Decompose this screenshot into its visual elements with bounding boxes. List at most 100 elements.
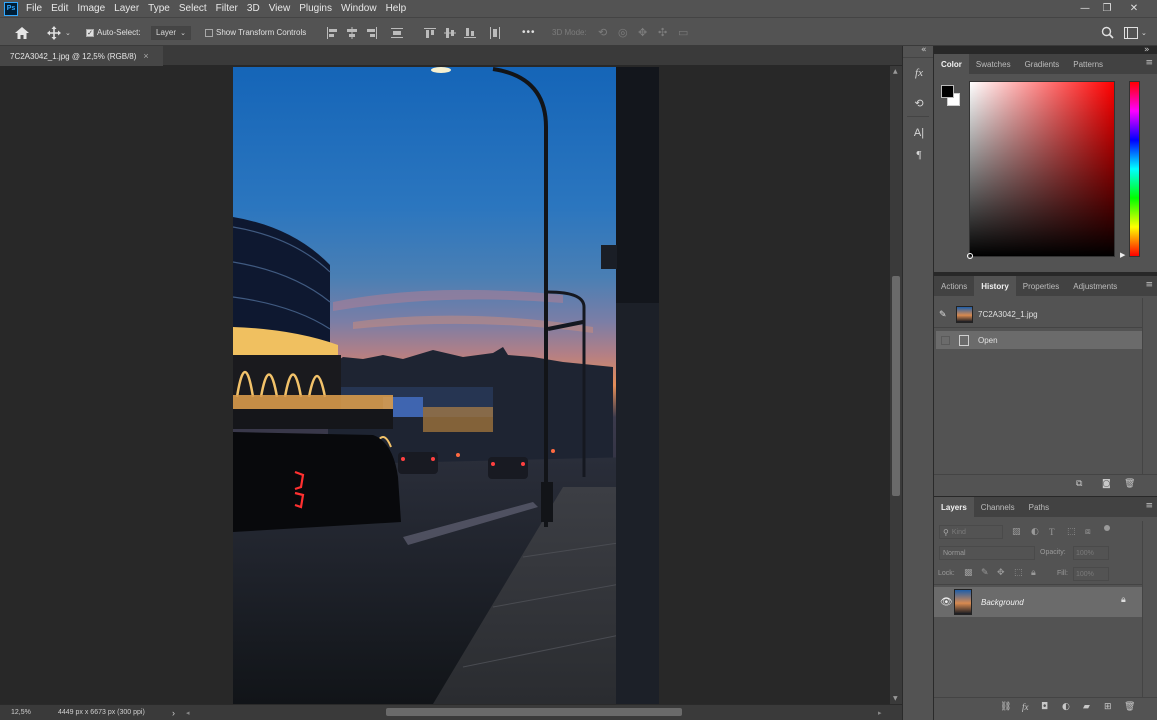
history-brush-source-icon[interactable]: ✎ bbox=[939, 309, 953, 320]
distribute-horizontal-button[interactable] bbox=[489, 18, 501, 47]
document-tab[interactable]: 7C2A3042_1.jpg @ 12,5% (RGB/8) × bbox=[0, 46, 163, 66]
scroll-down-icon[interactable]: ▼ bbox=[893, 695, 898, 702]
search-button[interactable] bbox=[1101, 18, 1114, 47]
align-right-button[interactable] bbox=[366, 18, 378, 47]
tab-channels[interactable]: Channels bbox=[974, 497, 1022, 517]
tab-properties[interactable]: Properties bbox=[1016, 276, 1066, 296]
align-top-button[interactable] bbox=[424, 18, 436, 47]
menu-filter[interactable]: Filter bbox=[216, 3, 238, 14]
styles-fx-button[interactable]: fx bbox=[911, 65, 927, 81]
align-left-button[interactable] bbox=[326, 18, 338, 47]
distribute-button[interactable] bbox=[391, 18, 403, 47]
3d-camera-button[interactable]: ▭ bbox=[678, 18, 688, 47]
tab-adjustments[interactable]: Adjustments bbox=[1066, 276, 1124, 296]
color-picker-field[interactable] bbox=[967, 81, 1115, 259]
minimize-button[interactable]: — bbox=[1073, 0, 1097, 17]
foreground-color-swatch[interactable] bbox=[941, 85, 954, 98]
menu-select[interactable]: Select bbox=[179, 3, 207, 14]
zoom-level[interactable]: 12,5% bbox=[11, 709, 31, 716]
filter-toggle-icon[interactable] bbox=[1104, 525, 1110, 531]
tab-history[interactable]: History bbox=[974, 276, 1016, 296]
lock-transparent-icon[interactable]: ▩ bbox=[964, 568, 973, 578]
vertical-scrollbar[interactable]: ▲ ▼ bbox=[890, 66, 902, 704]
lock-all-icon[interactable]: 🔒︎ bbox=[1031, 568, 1036, 578]
filter-pixel-icon[interactable]: ▨ bbox=[1012, 527, 1021, 537]
layer-name[interactable]: Background bbox=[981, 598, 1024, 607]
menu-file[interactable]: File bbox=[26, 3, 42, 14]
trash-icon[interactable]: 🗑 bbox=[1124, 479, 1135, 489]
3d-roll-button[interactable]: ◎ bbox=[618, 18, 628, 47]
close-tab-icon[interactable]: × bbox=[143, 51, 148, 61]
more-options-button[interactable]: ••• bbox=[522, 18, 536, 47]
filter-adjustment-icon[interactable]: ◐ bbox=[1031, 527, 1039, 537]
3d-slide-button[interactable]: ✣ bbox=[658, 18, 667, 47]
layer-filter-kind[interactable]: ⚲ Kind bbox=[939, 525, 1003, 539]
align-bottom-button[interactable] bbox=[464, 18, 476, 47]
paragraph-panel-button[interactable]: ¶ bbox=[911, 147, 927, 163]
filter-type-icon[interactable]: T bbox=[1049, 527, 1055, 537]
panel-menu-icon[interactable]: ≡ bbox=[1145, 280, 1153, 290]
document-image[interactable] bbox=[233, 67, 659, 704]
layer-row[interactable]: 👁︎ Background 🔒︎ bbox=[934, 587, 1142, 617]
new-document-from-state-icon[interactable]: ⧉ bbox=[1076, 479, 1082, 489]
history-snapshot-row[interactable]: ✎ 7C2A3042_1.jpg bbox=[936, 305, 1142, 323]
move-tool-preset[interactable]: ⌄ bbox=[47, 18, 71, 47]
menu-plugins[interactable]: Plugins bbox=[299, 3, 332, 14]
new-group-icon[interactable]: ▰ bbox=[1083, 702, 1090, 712]
tab-actions[interactable]: Actions bbox=[934, 276, 974, 296]
tab-patterns[interactable]: Patterns bbox=[1066, 54, 1110, 74]
auto-select-target-dropdown[interactable]: Layer ⌄ bbox=[151, 18, 191, 47]
show-transform-controls-checkbox[interactable]: Show Transform Controls bbox=[205, 18, 306, 47]
menu-layer[interactable]: Layer bbox=[114, 3, 139, 14]
menu-view[interactable]: View bbox=[269, 3, 291, 14]
scroll-left-icon[interactable]: ◂ bbox=[186, 709, 190, 717]
menu-help[interactable]: Help bbox=[386, 3, 407, 14]
tab-swatches[interactable]: Swatches bbox=[969, 54, 1018, 74]
canvas-area[interactable] bbox=[3, 66, 890, 704]
filter-shape-icon[interactable]: ⬚ bbox=[1067, 527, 1076, 537]
trash-icon[interactable]: 🗑 bbox=[1124, 702, 1135, 712]
blend-mode-dropdown[interactable]: Normal bbox=[939, 546, 1035, 560]
panel-menu-icon[interactable]: ≡ bbox=[1145, 58, 1153, 68]
lock-artboard-icon[interactable]: ⬚ bbox=[1014, 568, 1023, 578]
hue-slider-handle-icon[interactable]: ▶ bbox=[1120, 251, 1125, 259]
character-panel-button[interactable]: A| bbox=[911, 125, 927, 141]
align-hcenter-button[interactable] bbox=[346, 18, 358, 47]
3d-pan-button[interactable]: ✥ bbox=[638, 18, 647, 47]
menu-window[interactable]: Window bbox=[341, 3, 377, 14]
eye-visibility-icon[interactable]: 👁︎ bbox=[940, 597, 953, 608]
scroll-right-icon[interactable]: ▸ bbox=[878, 709, 882, 717]
camera-snapshot-icon[interactable]: ◙ bbox=[1102, 479, 1111, 489]
color-picker-cursor[interactable] bbox=[967, 253, 973, 259]
horizontal-scroll-thumb[interactable] bbox=[386, 708, 682, 716]
workspace-button[interactable]: ⌄ bbox=[1124, 18, 1147, 47]
tab-layers[interactable]: Layers bbox=[934, 497, 974, 517]
align-vcenter-button[interactable] bbox=[444, 18, 456, 47]
status-info-arrow[interactable]: › bbox=[172, 708, 175, 718]
menu-image[interactable]: Image bbox=[77, 3, 105, 14]
tab-color[interactable]: Color bbox=[934, 54, 969, 74]
history-source-box[interactable] bbox=[941, 335, 950, 345]
auto-select-checkbox[interactable]: ✓ Auto-Select: bbox=[86, 18, 141, 47]
menu-edit[interactable]: Edit bbox=[51, 3, 68, 14]
adjustment-layer-icon[interactable]: ◐ bbox=[1062, 702, 1070, 712]
add-mask-icon[interactable]: ◘ bbox=[1041, 702, 1048, 712]
tab-gradients[interactable]: Gradients bbox=[1018, 54, 1067, 74]
opacity-input[interactable]: 100% bbox=[1073, 546, 1109, 560]
history-states-button[interactable]: ⟲ bbox=[911, 95, 927, 111]
filter-smart-object-icon[interactable]: ⧈ bbox=[1085, 527, 1091, 537]
lock-position-icon[interactable]: ✥ bbox=[997, 568, 1005, 578]
link-layers-icon[interactable]: ⛓︎ bbox=[1000, 702, 1011, 712]
scroll-up-icon[interactable]: ▲ bbox=[893, 68, 898, 75]
collapse-column-icon[interactable]: « bbox=[921, 45, 927, 55]
tab-paths[interactable]: Paths bbox=[1022, 497, 1056, 517]
layer-style-fx-icon[interactable]: fx bbox=[1022, 702, 1029, 712]
close-window-button[interactable]: ✕ bbox=[1122, 0, 1146, 17]
fill-input[interactable]: 100% bbox=[1073, 567, 1109, 581]
restore-button[interactable]: ❐ bbox=[1095, 0, 1119, 17]
lock-image-icon[interactable]: ✎ bbox=[981, 568, 989, 578]
3d-orbit-button[interactable]: ⟲ bbox=[598, 18, 607, 47]
panel-menu-icon[interactable]: ≡ bbox=[1145, 501, 1153, 511]
new-layer-icon[interactable]: ⊞ bbox=[1104, 702, 1112, 712]
vertical-scroll-thumb[interactable] bbox=[892, 276, 900, 496]
